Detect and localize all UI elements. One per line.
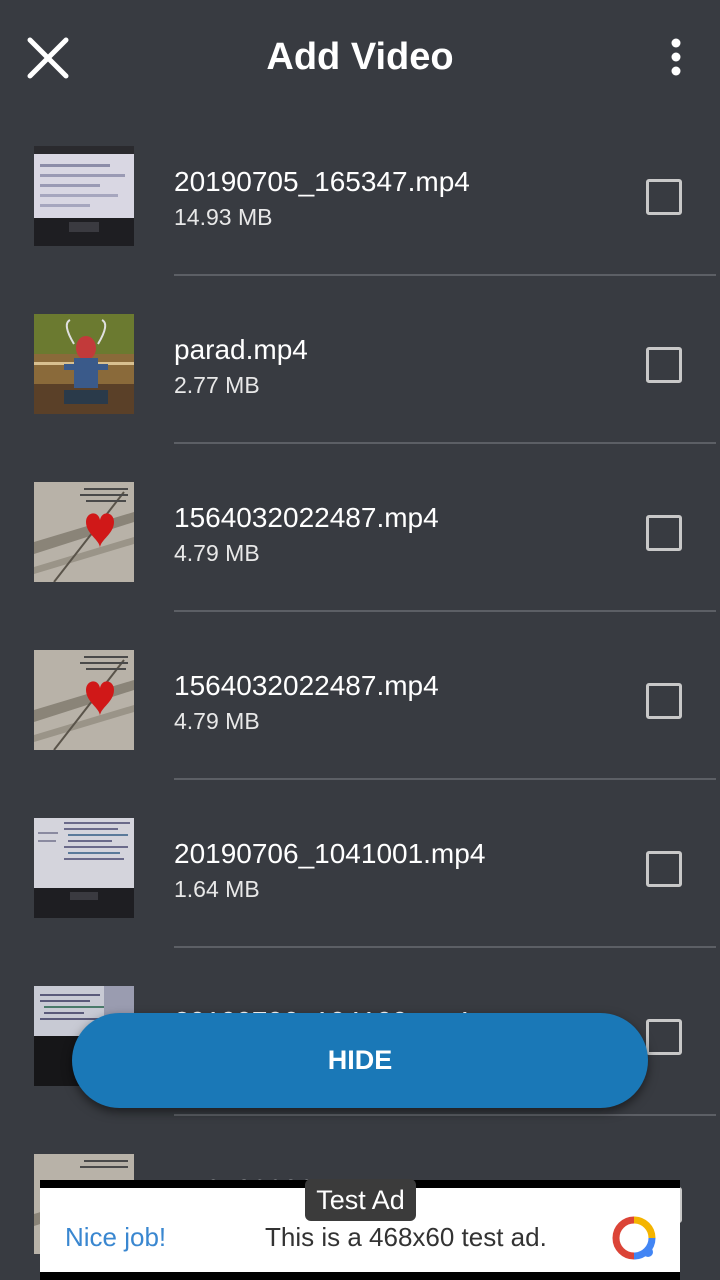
- video-thumbnail: [34, 482, 134, 582]
- divider: [174, 442, 716, 444]
- video-name: 20190705_165347.mp4: [174, 166, 470, 197]
- video-size: 2.77 MB: [174, 372, 260, 398]
- select-checkbox[interactable]: [646, 515, 682, 551]
- video-thumbnail: [34, 818, 134, 918]
- divider: [174, 610, 716, 612]
- video-size: 4.79 MB: [174, 540, 260, 566]
- video-name: 1564032022487.mp4: [174, 670, 439, 701]
- video-size: 1.64 MB: [174, 876, 260, 902]
- ad-logo-icon: [612, 1216, 656, 1260]
- video-thumbnail: [34, 650, 134, 750]
- hide-button[interactable]: HIDE: [72, 1013, 648, 1108]
- divider: [174, 778, 716, 780]
- select-checkbox[interactable]: [646, 179, 682, 215]
- divider: [174, 946, 716, 948]
- divider: [174, 274, 716, 276]
- video-name: 1564032022487.mp4: [174, 502, 439, 533]
- video-thumbnail: [34, 314, 134, 414]
- select-checkbox[interactable]: [646, 1019, 682, 1055]
- app-bar: Add Video: [0, 0, 720, 114]
- more-vert-icon[interactable]: [656, 34, 696, 80]
- video-name: 20190706_1041001.mp4: [174, 838, 486, 869]
- select-checkbox[interactable]: [646, 347, 682, 383]
- test-ad-badge: Test Ad: [305, 1179, 416, 1221]
- list-item[interactable]: 20190705_165347.mp4 14.93 MB: [0, 114, 720, 282]
- list-item[interactable]: parad.mp4 2.77 MB: [0, 282, 720, 450]
- page-title: Add Video: [266, 36, 454, 78]
- select-checkbox[interactable]: [646, 683, 682, 719]
- video-name: parad.mp4: [174, 334, 308, 365]
- divider: [174, 1114, 716, 1116]
- list-item[interactable]: 1564032022487.mp4 4.79 MB: [0, 450, 720, 618]
- ad-text: This is a 468x60 test ad.: [265, 1222, 547, 1252]
- select-checkbox[interactable]: [646, 851, 682, 887]
- list-item[interactable]: 20190706_1041001.mp4 1.64 MB: [0, 786, 720, 954]
- ad-nice-label: Nice job!: [65, 1222, 167, 1252]
- video-thumbnail: [34, 146, 134, 246]
- video-size: 4.79 MB: [174, 708, 260, 734]
- video-size: 14.93 MB: [174, 204, 273, 230]
- list-item[interactable]: 1564032022487.mp4 4.79 MB: [0, 618, 720, 786]
